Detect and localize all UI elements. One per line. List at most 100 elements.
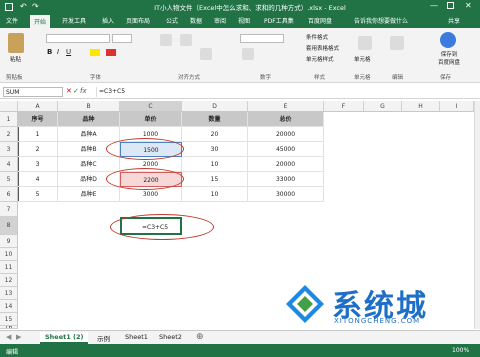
number-format-select[interactable]	[240, 34, 284, 43]
column-header-b[interactable]: B	[58, 101, 120, 112]
conditional-format-button[interactable]: 条件格式	[306, 33, 328, 41]
tab-pdf-tools[interactable]: PDF工具集	[264, 16, 294, 25]
cells-label[interactable]: 单元格	[354, 55, 371, 63]
row-header-3[interactable]: 3	[0, 142, 18, 157]
row-header-16[interactable]: 16	[0, 326, 18, 329]
close-icon[interactable]: ✕	[465, 1, 472, 10]
fill-color-icon[interactable]	[90, 49, 100, 56]
row-header-9[interactable]: 9	[0, 235, 18, 248]
row-header-5[interactable]: 5	[0, 172, 18, 187]
row-header-6[interactable]: 6	[0, 187, 18, 202]
zoom-level[interactable]: 100%	[452, 347, 469, 354]
merge-center-icon[interactable]	[200, 48, 212, 60]
name-box[interactable]: SUM	[3, 87, 63, 97]
column-header-i[interactable]: I	[440, 101, 474, 112]
sheet-tab-example[interactable]: 示例	[92, 332, 115, 344]
row-header-14[interactable]: 14	[0, 300, 18, 313]
column-header-a[interactable]: A	[18, 101, 58, 112]
cell-b2[interactable]: 品种A	[58, 127, 120, 142]
font-name-select[interactable]	[46, 34, 110, 43]
header-cell-unit-price[interactable]: 单价	[120, 112, 182, 127]
column-header-g[interactable]: G	[364, 101, 402, 112]
undo-icon[interactable]: ↶	[20, 2, 27, 11]
underline-icon[interactable]: U	[66, 48, 71, 56]
sheet-tab-sheet2[interactable]: Sheet2	[154, 332, 187, 344]
row-header-11[interactable]: 11	[0, 261, 18, 274]
sum-icon[interactable]	[390, 36, 404, 50]
baidu-save-icon[interactable]	[440, 32, 456, 48]
cell-d4[interactable]: 10	[182, 157, 248, 172]
tab-view[interactable]: 视图	[238, 16, 250, 25]
tab-file[interactable]: 文件	[6, 16, 18, 25]
select-all[interactable]	[0, 101, 18, 112]
column-header-c[interactable]: C	[120, 101, 182, 112]
save-baidu-button[interactable]: 保存到 百度网盘	[428, 50, 470, 66]
tab-developer[interactable]: 开发工具	[62, 16, 86, 25]
vertical-scrollbar[interactable]	[474, 101, 480, 329]
row-header-4[interactable]: 4	[0, 157, 18, 172]
paste-icon[interactable]	[8, 33, 24, 53]
row-header-15[interactable]: 15	[0, 313, 18, 326]
next-sheet-icon[interactable]: ▶	[16, 333, 21, 341]
column-header-d[interactable]: D	[182, 101, 248, 112]
row-header-10[interactable]: 10	[0, 248, 18, 261]
cell-e4[interactable]: 20000	[248, 157, 324, 172]
column-header-f[interactable]: F	[324, 101, 364, 112]
cell-e6[interactable]: 30000	[248, 187, 324, 202]
prev-sheet-icon[interactable]: ◀	[6, 333, 11, 341]
column-header-h[interactable]: H	[402, 101, 440, 112]
tab-review[interactable]: 审阅	[214, 16, 226, 25]
bold-icon[interactable]: B	[47, 48, 52, 56]
tab-insert[interactable]: 插入	[102, 16, 114, 25]
share-button[interactable]: 共享	[448, 16, 460, 25]
table-format-button[interactable]: 套用表格格式	[306, 44, 339, 52]
header-cell-quantity[interactable]: 数量	[182, 112, 248, 127]
confirm-icon[interactable]: ✓	[73, 87, 79, 95]
row-header-7[interactable]: 7	[0, 202, 18, 217]
cell-d6[interactable]: 10	[182, 187, 248, 202]
cell-d2[interactable]: 20	[182, 127, 248, 142]
wrap-text-icon[interactable]	[180, 34, 192, 46]
add-sheet-icon[interactable]: ⊕	[196, 332, 204, 342]
cell-e5[interactable]: 33000	[248, 172, 324, 187]
sheet-tab-sheet1[interactable]: Sheet1	[120, 332, 153, 344]
row-header-12[interactable]: 12	[0, 274, 18, 287]
row-header-1[interactable]: 1	[0, 112, 18, 127]
cell-e2[interactable]: 20000	[248, 127, 324, 142]
row-header-8[interactable]: 8	[0, 217, 18, 235]
row-header-2[interactable]: 2	[0, 127, 18, 142]
align-icon[interactable]	[160, 34, 172, 46]
cell-b4[interactable]: 品种C	[58, 157, 120, 172]
cell-a6[interactable]: 5	[18, 187, 58, 202]
cell-a5[interactable]: 4	[18, 172, 58, 187]
minimize-icon[interactable]: —	[430, 1, 438, 10]
header-cell-total[interactable]: 总价	[248, 112, 324, 127]
column-header-e[interactable]: E	[248, 101, 324, 112]
formula-input[interactable]: =C3+C5	[96, 87, 476, 97]
header-cell-variety[interactable]: 品种	[58, 112, 120, 127]
font-size-select[interactable]	[112, 34, 132, 43]
italic-icon[interactable]: I	[57, 48, 59, 56]
cell-d5[interactable]: 15	[182, 172, 248, 187]
tab-home[interactable]: 开始	[30, 15, 51, 28]
cell-a3[interactable]: 2	[18, 142, 58, 157]
save-icon[interactable]	[5, 3, 13, 11]
spreadsheet-grid[interactable]: A B C D E F G H I 1 2 3 4 5 6 7 8 9 10 1…	[0, 101, 480, 329]
fx-icon[interactable]: fx	[80, 87, 87, 95]
sheet-tab-sheet1-copy[interactable]: Sheet1 (2)	[40, 332, 89, 344]
cell-b6[interactable]: 品种E	[58, 187, 120, 202]
tab-data[interactable]: 数据	[190, 16, 202, 25]
font-color-icon[interactable]	[106, 49, 116, 56]
tab-baidu-netdisk[interactable]: 百度网盘	[308, 16, 332, 25]
tab-formulas[interactable]: 公式	[166, 16, 178, 25]
cell-d3[interactable]: 30	[182, 142, 248, 157]
percent-icon[interactable]	[242, 48, 254, 60]
maximize-icon[interactable]	[447, 2, 454, 9]
header-cell-index[interactable]: 序号	[18, 112, 58, 127]
redo-icon[interactable]: ↷	[32, 2, 39, 11]
cancel-icon[interactable]: ✕	[66, 87, 72, 95]
row-header-13[interactable]: 13	[0, 287, 18, 300]
cell-a2[interactable]: 1	[18, 127, 58, 142]
cell-styles-button[interactable]: 单元格样式	[306, 55, 334, 63]
cells-icon[interactable]	[358, 36, 372, 50]
